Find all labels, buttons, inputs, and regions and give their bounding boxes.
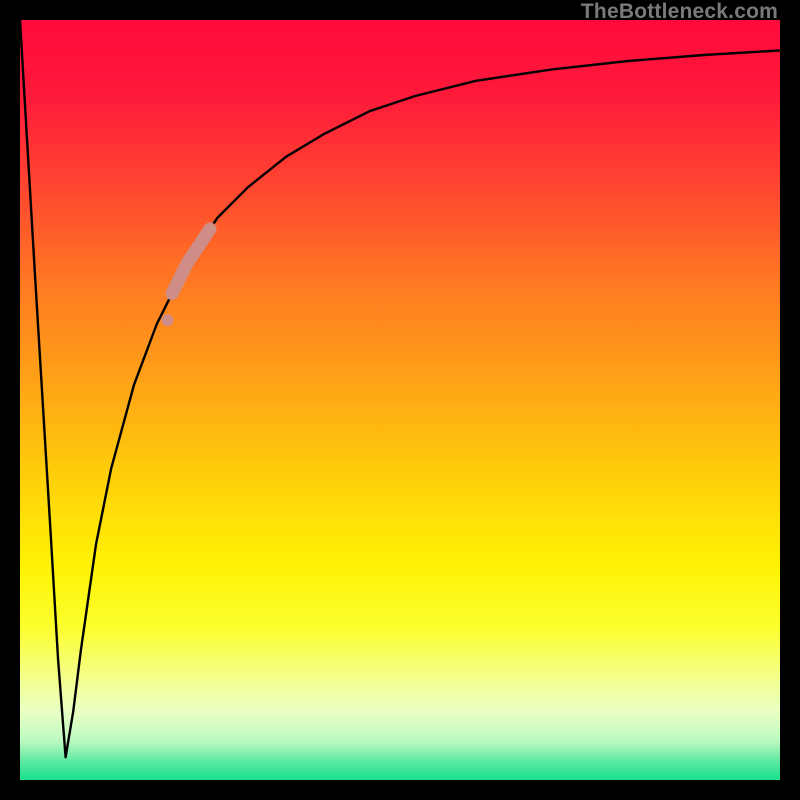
annotation-blob: [172, 229, 210, 294]
bottleneck-curve-path: [20, 20, 780, 757]
watermark-text: TheBottleneck.com: [581, 0, 778, 24]
plot-area: [20, 20, 780, 780]
chart-stage: TheBottleneck.com: [0, 0, 800, 800]
curve-layer: [20, 20, 780, 780]
annotation-blob-dot: [161, 314, 173, 326]
